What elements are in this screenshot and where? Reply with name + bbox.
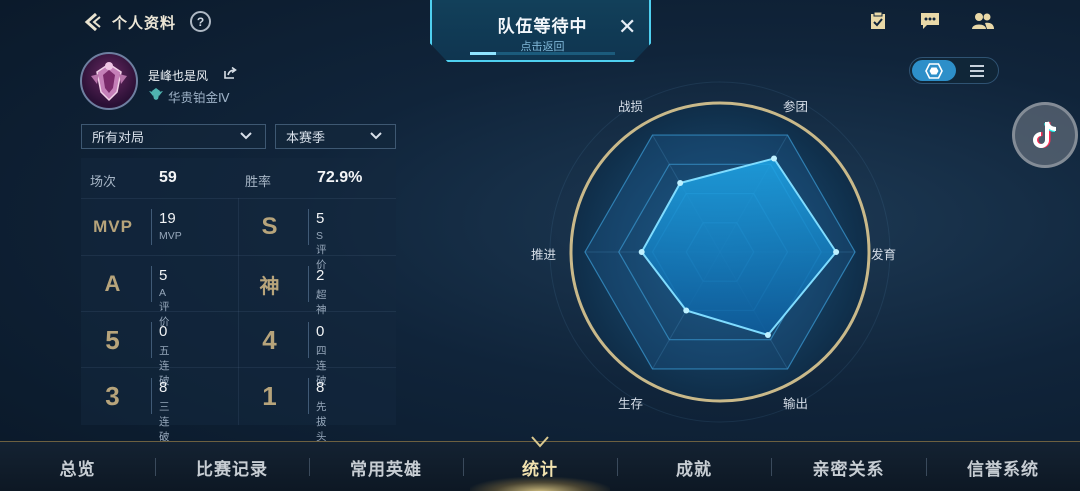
stat-value: 2 [316, 267, 325, 284]
radar-label-damage-taken: 战损 [618, 100, 644, 114]
queue-banner[interactable]: 队伍等待中 点击返回 ✕ [430, 0, 651, 62]
help-icon[interactable]: ? [190, 11, 211, 32]
radar-label-farming: 发育 [871, 248, 897, 262]
tab-statistics[interactable]: 统计 [463, 442, 617, 491]
queue-progress-fill [470, 52, 497, 55]
triple-kill-icon: 3 [105, 380, 121, 411]
chat-icon[interactable] [918, 10, 942, 32]
season-filter-label: 本赛季 [286, 130, 326, 145]
radar-point [833, 249, 840, 255]
mode-filter-dropdown[interactable]: 所有对局 [81, 124, 266, 149]
stat-value: 5 [316, 210, 325, 227]
stat-caption: MVP [159, 230, 182, 242]
share-icon[interactable] [223, 66, 237, 80]
mode-filter-label: 所有对局 [92, 130, 145, 145]
radar-label-teamfight: 参团 [783, 100, 809, 114]
queue-close-button[interactable]: ✕ [618, 14, 636, 40]
rank-label: 华贵铂金Ⅳ [168, 91, 230, 105]
back-arrow-icon [84, 12, 101, 32]
stat-value: 0 [316, 323, 325, 340]
chevron-down-icon [240, 132, 252, 140]
floating-music-button[interactable] [1012, 102, 1078, 168]
tab-overview[interactable]: 总览 [0, 442, 155, 491]
stat-value: 8 [316, 379, 325, 396]
bottom-nav: 总览 比赛记录 常用英雄 统计 成就 亲密关系 信誉系统 [0, 436, 1080, 491]
page-title: 个人资料 [112, 15, 177, 32]
mvp-icon: MVP [93, 217, 133, 236]
season-filter-dropdown[interactable]: 本赛季 [275, 124, 396, 149]
list-view-icon[interactable] [958, 60, 996, 81]
avatar[interactable] [80, 52, 138, 110]
radar-point [683, 307, 690, 314]
matches-label: 场次 [90, 174, 117, 189]
radar-label-survival: 生存 [618, 397, 644, 411]
friends-icon[interactable] [971, 10, 995, 32]
avatar-emblem-icon [91, 62, 127, 102]
queue-progress-bar [470, 52, 615, 55]
task-clipboard-icon[interactable] [866, 10, 890, 32]
rank-badge-icon [148, 87, 164, 101]
radar-point [677, 180, 684, 187]
tab-intimate-relations[interactable]: 亲密关系 [771, 442, 926, 491]
matches-value: 59 [159, 169, 177, 186]
radar-point [764, 332, 771, 339]
stat-value: 5 [159, 267, 168, 284]
a-rating-icon: A [104, 271, 122, 296]
chevron-down-icon [370, 132, 382, 140]
radar-point [771, 155, 777, 162]
quadra-kill-icon: 4 [262, 324, 278, 355]
tab-credit-system[interactable]: 信誉系统 [926, 442, 1080, 491]
music-note-icon [1033, 121, 1057, 148]
stat-value: 0 [159, 323, 168, 340]
winrate-value: 72.9% [317, 169, 363, 186]
tab-achievements[interactable]: 成就 [617, 442, 771, 491]
radar-point [638, 249, 645, 255]
stat-caption: 三连破 [159, 401, 170, 443]
s-rating-icon: S [261, 213, 279, 240]
view-toggle[interactable] [909, 57, 999, 84]
radar-chart [549, 81, 891, 423]
stat-caption: S评价 [316, 230, 327, 271]
stat-value: 8 [159, 379, 168, 396]
username: 是峰也是风 [148, 69, 209, 83]
penta-kill-icon: 5 [105, 324, 121, 355]
radar-view-icon[interactable] [912, 60, 956, 81]
first-blood-icon: 1 [262, 380, 278, 411]
back-button[interactable] [80, 10, 106, 34]
radar-label-push: 推进 [531, 248, 557, 262]
winrate-label: 胜率 [245, 174, 272, 189]
stat-caption: 超神 [316, 289, 327, 316]
stats-panel: 场次 59 胜率 72.9% MVP 19 MVP S 5 S评价 A 5 A评… [81, 158, 396, 458]
tab-common-heroes[interactable]: 常用英雄 [309, 442, 463, 491]
radar-label-damage: 输出 [783, 397, 809, 411]
legendary-icon: 神 [259, 275, 281, 298]
stat-value: 19 [159, 210, 176, 227]
tab-match-history[interactable]: 比赛记录 [155, 442, 309, 491]
